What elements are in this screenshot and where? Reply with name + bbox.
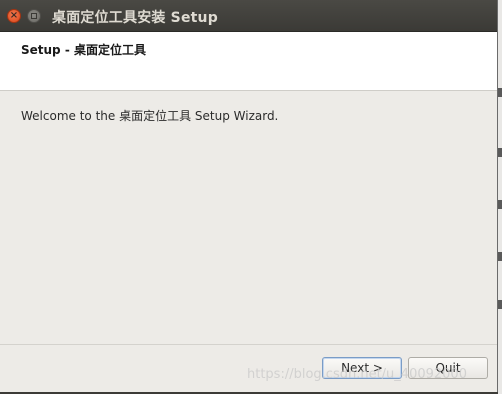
welcome-message: Welcome to the 桌面定位工具 Setup Wizard. <box>21 109 279 123</box>
wizard-header: Setup - 桌面定位工具 <box>0 32 497 91</box>
background-window-edge <box>498 252 502 261</box>
setup-window: × 桌面定位工具安装 Setup Setup - 桌面定位工具 Welcome … <box>0 0 498 392</box>
minimize-icon[interactable] <box>27 9 41 23</box>
background-window-edge <box>498 148 502 157</box>
close-icon[interactable]: × <box>7 9 21 23</box>
watermark: https://blog.csdn.net/u_40092000 <box>247 367 467 382</box>
footer-divider <box>0 344 497 345</box>
window-titlebar[interactable]: × 桌面定位工具安装 Setup <box>0 0 497 32</box>
background-window-edge <box>498 0 502 394</box>
page-title: Setup - 桌面定位工具 <box>21 43 146 57</box>
background-window-edge <box>498 300 502 309</box>
window-title: 桌面定位工具安装 Setup <box>52 10 218 26</box>
background-window-edge <box>498 88 502 97</box>
background-window-edge <box>498 200 502 209</box>
